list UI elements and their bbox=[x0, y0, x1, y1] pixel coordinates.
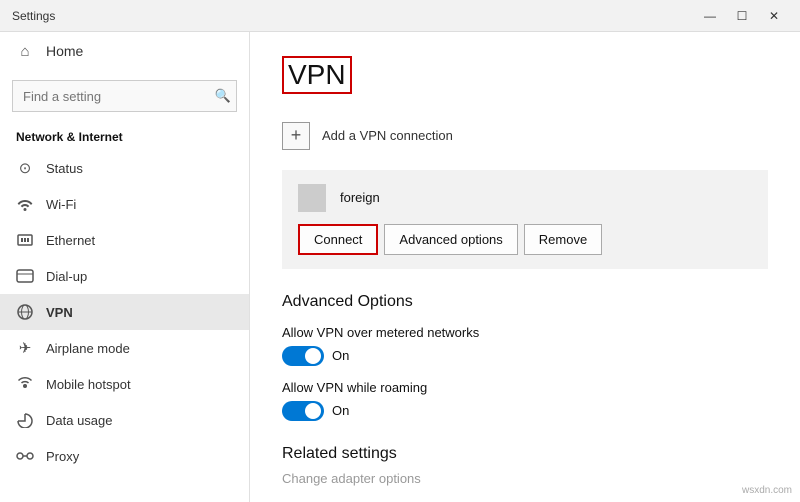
window-controls: — ☐ ✕ bbox=[696, 4, 788, 28]
sidebar-item-proxy[interactable]: Proxy bbox=[0, 438, 249, 474]
proxy-icon bbox=[16, 447, 34, 465]
sidebar-item-airplane[interactable]: ✈ Airplane mode bbox=[0, 330, 249, 366]
toggle-roaming-label: Allow VPN while roaming bbox=[282, 380, 768, 395]
sidebar-item-vpn[interactable]: VPN bbox=[0, 294, 249, 330]
home-icon: ⌂ bbox=[16, 42, 34, 60]
page-title: VPN bbox=[282, 56, 352, 94]
advanced-section-heading: Advanced Options bbox=[282, 293, 768, 311]
advanced-options-button[interactable]: Advanced options bbox=[384, 224, 517, 255]
title-bar: Settings — ☐ ✕ bbox=[0, 0, 800, 32]
close-button[interactable]: ✕ bbox=[760, 4, 788, 28]
related-section-heading: Related settings bbox=[282, 445, 768, 463]
vpn-entry-icon bbox=[298, 184, 326, 212]
vpn-entry-header: foreign bbox=[298, 184, 752, 212]
sidebar-item-label: Proxy bbox=[46, 449, 79, 464]
datausage-icon bbox=[16, 411, 34, 429]
dialup-icon bbox=[16, 267, 34, 285]
app-container: ⌂ Home 🔍 Network & Internet ⊙ Status Wi-… bbox=[0, 32, 800, 502]
change-adapter-link[interactable]: Change adapter options bbox=[282, 471, 768, 486]
minimize-button[interactable]: — bbox=[696, 4, 724, 28]
sidebar-item-ethernet[interactable]: Ethernet bbox=[0, 222, 249, 258]
sidebar-item-label: VPN bbox=[46, 305, 73, 320]
vpn-entry: foreign Connect Advanced options Remove bbox=[282, 170, 768, 269]
sidebar-item-label: Status bbox=[46, 161, 83, 176]
hotspot-icon bbox=[16, 375, 34, 393]
add-vpn-icon: + bbox=[282, 122, 310, 150]
toggle-roaming-switch[interactable] bbox=[282, 401, 324, 421]
sidebar-item-label: Airplane mode bbox=[46, 341, 130, 356]
toggle-metered-label: Allow VPN over metered networks bbox=[282, 325, 768, 340]
toggle-metered-row: Allow VPN over metered networks On bbox=[282, 325, 768, 366]
main-content: VPN + Add a VPN connection foreign Conne… bbox=[250, 32, 800, 502]
toggle-roaming-row: Allow VPN while roaming On bbox=[282, 380, 768, 421]
vpn-entry-name: foreign bbox=[340, 190, 380, 205]
sidebar-item-status[interactable]: ⊙ Status bbox=[0, 150, 249, 186]
status-icon: ⊙ bbox=[16, 159, 34, 177]
add-vpn-row[interactable]: + Add a VPN connection bbox=[282, 118, 768, 154]
toggle-metered-switch[interactable] bbox=[282, 346, 324, 366]
sidebar-item-hotspot[interactable]: Mobile hotspot bbox=[0, 366, 249, 402]
toggle-roaming-control: On bbox=[282, 401, 768, 421]
search-icon[interactable]: 🔍 bbox=[215, 88, 231, 104]
add-vpn-label: Add a VPN connection bbox=[322, 128, 453, 143]
sidebar-item-label: Mobile hotspot bbox=[46, 377, 131, 392]
sidebar-item-label: Data usage bbox=[46, 413, 113, 428]
sidebar-item-dialup[interactable]: Dial-up bbox=[0, 258, 249, 294]
maximize-button[interactable]: ☐ bbox=[728, 4, 756, 28]
ethernet-icon bbox=[16, 231, 34, 249]
sidebar-item-wifi[interactable]: Wi-Fi bbox=[0, 186, 249, 222]
sidebar-item-label: Wi-Fi bbox=[46, 197, 76, 212]
airplane-icon: ✈ bbox=[16, 339, 34, 357]
vpn-buttons: Connect Advanced options Remove bbox=[298, 224, 752, 255]
search-input[interactable] bbox=[12, 80, 237, 112]
remove-button[interactable]: Remove bbox=[524, 224, 602, 255]
connect-button[interactable]: Connect bbox=[298, 224, 378, 255]
sidebar-item-datausage[interactable]: Data usage bbox=[0, 402, 249, 438]
sidebar-item-label: Ethernet bbox=[46, 233, 95, 248]
sidebar-item-home[interactable]: ⌂ Home bbox=[0, 32, 249, 70]
watermark: wsxdn.com bbox=[742, 485, 792, 496]
sidebar: ⌂ Home 🔍 Network & Internet ⊙ Status Wi-… bbox=[0, 32, 250, 502]
vpn-icon bbox=[16, 303, 34, 321]
sidebar-item-label: Dial-up bbox=[46, 269, 87, 284]
toggle-metered-state: On bbox=[332, 348, 349, 363]
sidebar-search: 🔍 bbox=[12, 80, 237, 112]
sidebar-section-title: Network & Internet bbox=[0, 122, 249, 150]
toggle-roaming-state: On bbox=[332, 403, 349, 418]
toggle-metered-control: On bbox=[282, 346, 768, 366]
wifi-icon bbox=[16, 195, 34, 213]
app-title: Settings bbox=[12, 9, 55, 23]
sidebar-home-label: Home bbox=[46, 43, 83, 59]
